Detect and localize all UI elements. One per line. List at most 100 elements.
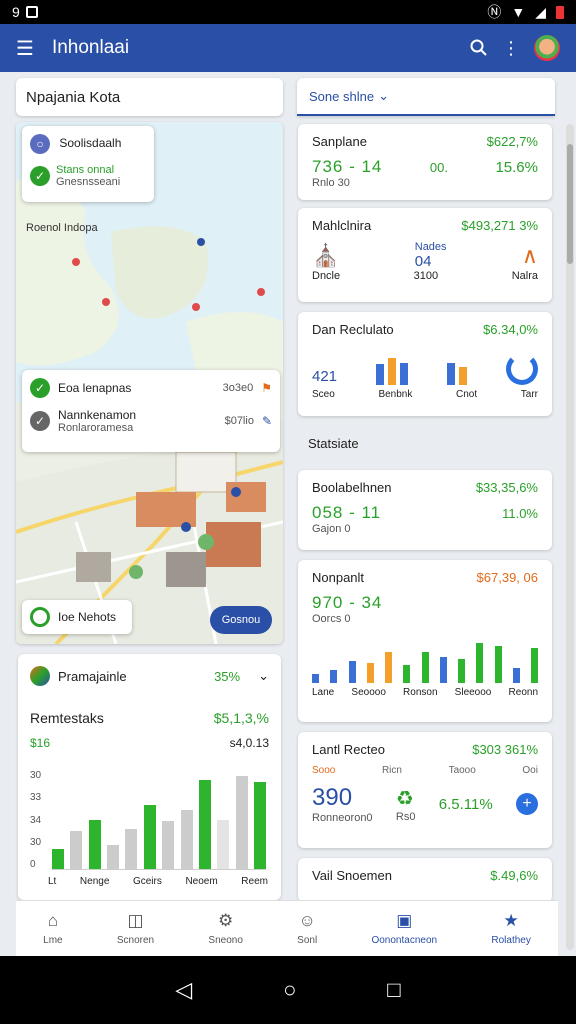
card-foot-2: Nalra xyxy=(511,270,538,282)
x-label: Reonn xyxy=(508,687,538,698)
x-label: Seoooo xyxy=(351,687,386,698)
avatar[interactable] xyxy=(534,35,560,61)
stats-chart-card: Pramajainle 35% ⌄ Remtestaks $5,1,3,% $1… xyxy=(18,654,281,900)
y-tick: 34 xyxy=(30,814,42,826)
person-icon: ★ xyxy=(503,911,519,930)
card-sub-1: Nades xyxy=(414,241,447,253)
map-popup-primary[interactable]: ○ Soolisdaalh ✓ Stans onnal Gnesnsseani xyxy=(22,126,154,202)
search-icon[interactable] xyxy=(468,37,490,59)
map-chip-label: Ioe Nehots xyxy=(58,610,117,624)
stat-card-mahlclnira[interactable]: Mahlclnira $493,271 3% ⛪ Nades 04 ∧ Dncle… xyxy=(298,208,552,302)
card-header-label: Pramajainle xyxy=(58,668,127,684)
card-label: Sceo xyxy=(312,389,335,400)
tab-selector[interactable]: Sone shlne ⌄ xyxy=(297,78,555,116)
card-label: Benbnk xyxy=(378,389,413,400)
document-icon: ◫ xyxy=(127,911,144,930)
popup-item-1-value: 3o3e0 xyxy=(222,382,254,394)
stat-card-nonpanlt[interactable]: Nonpanlt $67,39, 06 970 - 34 Oorcs 0 Lane… xyxy=(298,560,552,722)
edit-icon: ✎ xyxy=(261,414,272,428)
chart-bar xyxy=(253,781,266,869)
x-label: Lt xyxy=(48,876,57,887)
chart-bar xyxy=(366,663,374,683)
card-sub-label: Ricn xyxy=(381,765,402,776)
trend-icon: ∧ xyxy=(521,242,538,268)
gear-icon: ⚙ xyxy=(218,911,234,930)
recents-icon[interactable]: □ xyxy=(387,977,400,1003)
popup-status: Stans onnal xyxy=(56,164,115,176)
menu-icon[interactable]: ☰ xyxy=(16,36,34,61)
card-sub: Gajon 0 xyxy=(312,523,351,535)
nav-item-screen[interactable]: ◫ Scnoren xyxy=(117,911,154,946)
home-circle-icon[interactable]: ○ xyxy=(283,977,296,1003)
popup-item-1: Eoa lenapnas xyxy=(58,381,132,395)
nav-item-settings[interactable]: ⚙ Sneono xyxy=(208,911,242,946)
tab-label: Sone shlne xyxy=(309,88,375,104)
add-button[interactable]: + xyxy=(516,793,538,815)
x-label: Lane xyxy=(312,687,335,698)
chevron-down-icon[interactable]: ⌄ xyxy=(258,668,269,684)
card-big-value: 736 - 14 xyxy=(312,157,383,176)
x-label: Reem xyxy=(241,876,268,887)
stat-card-sanplane[interactable]: Sanplane $622,7% 736 - 14 00. 15.6% Rnlo … xyxy=(298,124,552,200)
nav-item-contacts[interactable]: ▣ Oonontacneon xyxy=(371,911,437,946)
shop-icon: ⛪ xyxy=(312,242,340,268)
card-pct: 15.6% xyxy=(495,158,538,176)
card-title: Boolabelhnen xyxy=(312,480,392,495)
grouped-bars xyxy=(312,639,538,683)
card-sub: Oorcs 0 xyxy=(312,613,351,625)
chart-sub-right: s4,0.13 xyxy=(229,736,269,750)
stat-card-lantl[interactable]: Lantl Recteo $303 361% Sooo Ricn Taooo Oo… xyxy=(298,732,552,848)
card-big-value: 970 - 34 xyxy=(312,593,383,612)
x-label: Sleeooo xyxy=(454,687,492,698)
nav-label: Scnoren xyxy=(116,935,155,946)
map-view[interactable]: ○ Soolisdaalh ✓ Stans onnal Gnesnsseani … xyxy=(16,122,283,644)
card-label: Tarr xyxy=(520,389,538,400)
chart-bar xyxy=(235,775,248,869)
card-sub: Rnlo 30 xyxy=(312,177,350,189)
map-action-button[interactable]: Gosnou xyxy=(210,606,272,634)
map-popup-list[interactable]: ✓ Eoa lenapnas 3o3e0 ⚑ ✓ Nannkenamon Ron… xyxy=(22,370,280,452)
chart-bar xyxy=(52,849,64,869)
more-vert-icon[interactable]: ⋮ xyxy=(500,37,522,59)
mini-bars xyxy=(447,355,467,385)
search-field[interactable]: Npajania Kota xyxy=(16,78,283,116)
chart-title-value: $5,1,3,% xyxy=(213,710,269,726)
x-label: Ronson xyxy=(403,687,438,698)
stat-card-vail[interactable]: Vail Snoemen $.49,6% xyxy=(298,858,552,902)
stat-card-boolabel[interactable]: Boolabelhnen $33,35,6% 058 - 11 11.0% Gaj… xyxy=(298,470,552,550)
mini-bars xyxy=(376,355,409,385)
map-chip[interactable]: Ioe Nehots xyxy=(22,600,132,634)
popup-item-2-value: $07lio xyxy=(224,415,254,427)
card-pct: 11.0% xyxy=(502,505,538,521)
popup-item-2: Nannkenamon xyxy=(58,408,137,422)
scrollbar-thumb[interactable] xyxy=(567,144,573,264)
nav-item-home[interactable]: ⌂ Lme xyxy=(43,911,62,946)
nav-item-social[interactable]: ☺ Sonl xyxy=(297,911,317,946)
scrollbar[interactable] xyxy=(566,124,574,950)
chart-bar xyxy=(439,656,447,683)
location-icon: ○ xyxy=(30,134,50,154)
donut-icon xyxy=(505,353,538,385)
nav-label: Lme xyxy=(43,935,63,946)
image-icon xyxy=(25,6,38,18)
chart-bar xyxy=(198,779,211,869)
chart-bar xyxy=(107,845,120,869)
bottom-nav: ⌂ Lme ◫ Scnoren ⚙ Sneono ☺ Sonl ▣ Oonontacneo… xyxy=(16,900,558,956)
pin-icon: ⚑ xyxy=(261,381,272,395)
chart-bar xyxy=(330,669,338,683)
chart-bar xyxy=(180,809,193,869)
card-title: Lantl Recteo xyxy=(312,742,385,757)
chart-bar xyxy=(88,819,101,869)
category-icon xyxy=(30,666,50,686)
chart-bar xyxy=(348,661,356,683)
nav-item-profile[interactable]: ★ Rolathey xyxy=(491,911,530,946)
mini-bar xyxy=(376,364,385,385)
chart-bar xyxy=(458,658,465,683)
card-value: $303 361% xyxy=(472,742,538,757)
card-foot: Dncle xyxy=(312,270,341,282)
stat-card-dan[interactable]: Dan Reclulato $6.34,0% 421 Sceo Benbnk Cn… xyxy=(298,312,552,416)
section-label: Statsiate xyxy=(308,436,359,451)
home-icon: ⌂ xyxy=(47,911,58,930)
signal-icon: ◢ xyxy=(535,3,546,20)
back-icon[interactable]: ◁ xyxy=(175,977,192,1003)
